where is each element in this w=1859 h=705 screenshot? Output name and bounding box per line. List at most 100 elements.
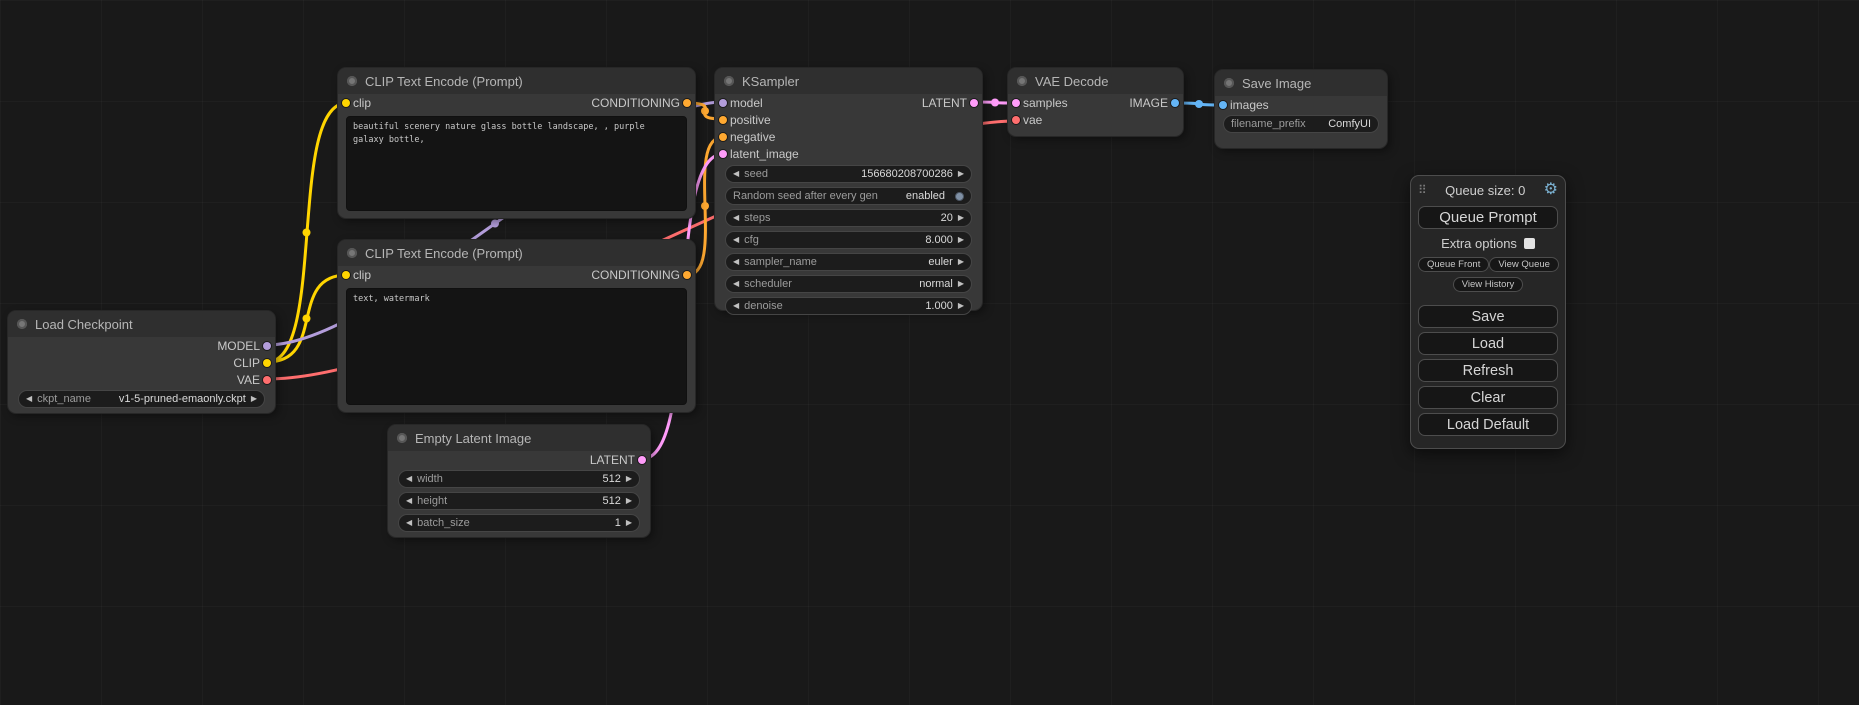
denoise-widget[interactable]: ◀ denoise 1.000 ▶: [725, 297, 972, 315]
next-value-arrow-icon[interactable]: ▶: [251, 395, 257, 403]
collapse-dot-icon[interactable]: [347, 248, 357, 258]
random-seed-toggle-widget[interactable]: Random seed after every gen enabled: [725, 187, 972, 205]
widget-label: ckpt_name: [37, 393, 91, 405]
settings-gear-icon[interactable]: ⚙: [1544, 182, 1558, 198]
node-title: Save Image: [1242, 76, 1311, 91]
prev-value-arrow-icon[interactable]: ◀: [26, 395, 32, 403]
collapse-dot-icon[interactable]: [347, 76, 357, 86]
node-title-bar[interactable]: CLIP Text Encode (Prompt): [338, 68, 695, 94]
node-clip-text-encode-negative[interactable]: CLIP Text Encode (Prompt) clip CONDITION…: [338, 240, 695, 412]
output-slot-image[interactable]: [1171, 99, 1179, 107]
collapse-dot-icon[interactable]: [397, 433, 407, 443]
node-title: CLIP Text Encode (Prompt): [365, 246, 523, 261]
decrement-arrow-icon[interactable]: ◀: [406, 497, 412, 505]
node-empty-latent-image[interactable]: Empty Latent Image LATENT ◀ width 512 ▶ …: [388, 425, 650, 537]
output-slot-clip[interactable]: [263, 359, 271, 367]
output-slot-vae[interactable]: [263, 376, 271, 384]
output-label-latent: LATENT: [590, 453, 635, 467]
wire-midpoint-dot: [1195, 100, 1203, 108]
collapse-dot-icon[interactable]: [17, 319, 27, 329]
input-slot-clip[interactable]: [342, 99, 350, 107]
output-slot-latent[interactable]: [970, 99, 978, 107]
widget-value: 512: [602, 473, 620, 485]
node-title-bar[interactable]: Load Checkpoint: [8, 311, 275, 337]
node-ksampler[interactable]: KSampler model LATENT positive negative …: [715, 68, 982, 310]
filename-prefix-widget[interactable]: filename_prefix ComfyUI: [1223, 115, 1379, 133]
refresh-button[interactable]: Refresh: [1418, 359, 1558, 382]
node-vae-decode[interactable]: VAE Decode samples IMAGE vae: [1008, 68, 1183, 136]
input-slot-negative[interactable]: [719, 133, 727, 141]
sampler-name-widget[interactable]: ◀ sampler_name euler ▶: [725, 253, 972, 271]
positive-prompt-textarea[interactable]: beautiful scenery nature glass bottle la…: [346, 116, 687, 211]
decrement-arrow-icon[interactable]: ◀: [733, 170, 739, 178]
increment-arrow-icon[interactable]: ▶: [958, 302, 964, 310]
input-slot-images[interactable]: [1219, 101, 1227, 109]
node-title-bar[interactable]: KSampler: [715, 68, 982, 94]
widget-label: height: [417, 495, 447, 507]
output-row-model: MODEL: [8, 337, 275, 354]
decrement-arrow-icon[interactable]: ◀: [733, 214, 739, 222]
clear-button[interactable]: Clear: [1418, 386, 1558, 409]
scheduler-widget[interactable]: ◀ scheduler normal ▶: [725, 275, 972, 293]
negative-prompt-textarea[interactable]: text, watermark: [346, 288, 687, 405]
decrement-arrow-icon[interactable]: ◀: [406, 475, 412, 483]
input-slot-samples[interactable]: [1012, 99, 1020, 107]
extra-options-checkbox[interactable]: [1524, 238, 1535, 249]
save-button[interactable]: Save: [1418, 305, 1558, 328]
node-clip-text-encode-positive[interactable]: CLIP Text Encode (Prompt) clip CONDITION…: [338, 68, 695, 218]
width-widget[interactable]: ◀ width 512 ▶: [398, 470, 640, 488]
input-slot-vae[interactable]: [1012, 116, 1020, 124]
steps-widget[interactable]: ◀ steps 20 ▶: [725, 209, 972, 227]
node-title-bar[interactable]: Save Image: [1215, 70, 1387, 96]
node-save-image[interactable]: Save Image images filename_prefix ComfyU…: [1215, 70, 1387, 148]
widget-label: batch_size: [417, 517, 470, 529]
increment-arrow-icon[interactable]: ▶: [958, 236, 964, 244]
prev-value-arrow-icon[interactable]: ◀: [733, 280, 739, 288]
decrement-arrow-icon[interactable]: ◀: [406, 519, 412, 527]
prev-value-arrow-icon[interactable]: ◀: [733, 258, 739, 266]
view-history-button[interactable]: View History: [1453, 277, 1524, 292]
increment-arrow-icon[interactable]: ▶: [626, 519, 632, 527]
output-slot-conditioning[interactable]: [683, 99, 691, 107]
output-slot-conditioning[interactable]: [683, 271, 691, 279]
node-title-bar[interactable]: Empty Latent Image: [388, 425, 650, 451]
queue-front-button[interactable]: Queue Front: [1418, 257, 1489, 272]
load-default-button[interactable]: Load Default: [1418, 413, 1558, 436]
output-label-conditioning: CONDITIONING: [591, 268, 680, 282]
collapse-dot-icon[interactable]: [1224, 78, 1234, 88]
node-load-checkpoint[interactable]: Load Checkpoint MODEL CLIP VAE ◀ ckpt_na…: [8, 311, 275, 413]
batch-size-widget[interactable]: ◀ batch_size 1 ▶: [398, 514, 640, 532]
extra-options-row: Extra options: [1441, 236, 1535, 251]
node-title-bar[interactable]: CLIP Text Encode (Prompt): [338, 240, 695, 266]
view-queue-button[interactable]: View Queue: [1489, 257, 1559, 272]
output-slot-model[interactable]: [263, 342, 271, 350]
decrement-arrow-icon[interactable]: ◀: [733, 302, 739, 310]
height-widget[interactable]: ◀ height 512 ▶: [398, 492, 640, 510]
decrement-arrow-icon[interactable]: ◀: [733, 236, 739, 244]
input-slot-clip[interactable]: [342, 271, 350, 279]
next-value-arrow-icon[interactable]: ▶: [958, 280, 964, 288]
input-slot-positive[interactable]: [719, 116, 727, 124]
widget-value: normal: [919, 278, 953, 290]
seed-widget[interactable]: ◀ seed 156680208700286 ▶: [725, 165, 972, 183]
input-slot-latent-image[interactable]: [719, 150, 727, 158]
increment-arrow-icon[interactable]: ▶: [626, 497, 632, 505]
drag-handle-icon[interactable]: ⠿: [1418, 183, 1427, 197]
widget-value: 1: [615, 517, 621, 529]
collapse-dot-icon[interactable]: [724, 76, 734, 86]
increment-arrow-icon[interactable]: ▶: [958, 170, 964, 178]
ckpt-name-widget[interactable]: ◀ ckpt_name v1-5-pruned-emaonly.ckpt ▶: [18, 390, 265, 408]
next-value-arrow-icon[interactable]: ▶: [958, 258, 964, 266]
input-slot-model[interactable]: [719, 99, 727, 107]
queue-prompt-button[interactable]: Queue Prompt: [1418, 206, 1558, 229]
toggle-indicator-icon[interactable]: [955, 192, 964, 201]
cfg-widget[interactable]: ◀ cfg 8.000 ▶: [725, 231, 972, 249]
queue-size-label: Queue size: 0: [1427, 183, 1544, 198]
node-title-bar[interactable]: VAE Decode: [1008, 68, 1183, 94]
output-slot-latent[interactable]: [638, 456, 646, 464]
load-button[interactable]: Load: [1418, 332, 1558, 355]
increment-arrow-icon[interactable]: ▶: [958, 214, 964, 222]
input-label-images: images: [1230, 98, 1269, 112]
collapse-dot-icon[interactable]: [1017, 76, 1027, 86]
increment-arrow-icon[interactable]: ▶: [626, 475, 632, 483]
